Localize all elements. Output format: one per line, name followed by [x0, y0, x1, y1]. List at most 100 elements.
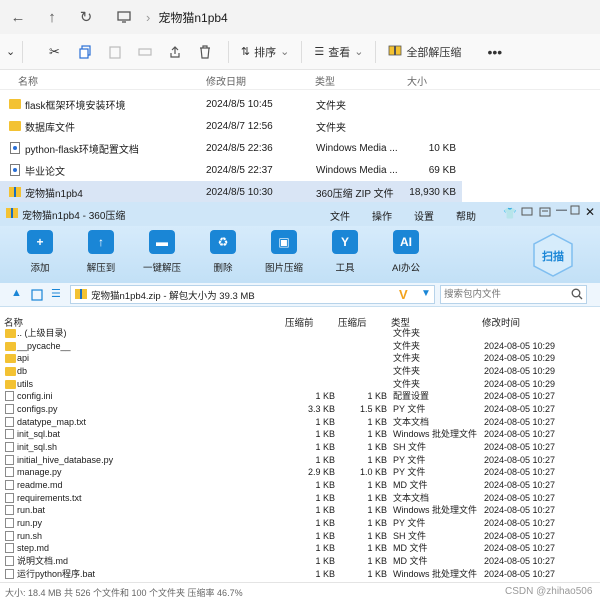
chevron-down-icon[interactable]: ▼: [421, 288, 431, 299]
delete-button[interactable]: ♻ 删除: [197, 230, 249, 274]
zip-row[interactable]: run.py 1 KB 1 KB PY 文件 2024-08-05 10:27: [0, 517, 600, 530]
chevron-down-icon[interactable]: ⌄: [0, 39, 16, 65]
breadcrumb-chevron-icon: ›: [146, 9, 151, 25]
extract-button[interactable]: ↑ 解压到: [75, 230, 127, 274]
sort-button[interactable]: ⇅ 排序 ⌄: [235, 39, 295, 65]
monitor-icon[interactable]: [110, 3, 138, 31]
zip-row[interactable]: init_sql.sh 1 KB 1 KB SH 文件 2024-08-05 10:27: [0, 441, 600, 454]
list-view-icon[interactable]: ☰: [51, 287, 61, 300]
zip-file-name: requirements.txt: [17, 492, 82, 503]
delete-icon[interactable]: [192, 39, 218, 65]
one-click-extract-button[interactable]: ▬ 一键解压: [136, 230, 188, 274]
file-row[interactable]: flask框架环境安装环境 2024/8/5 10:45 文件夹: [0, 93, 462, 115]
zip-date: 2024-08-05 10:27: [484, 454, 556, 465]
file-row[interactable]: python-flask环境配置文档 2024/8/5 22:36 Windows …: [0, 137, 462, 159]
up-arrow-icon[interactable]: ↑: [38, 3, 66, 31]
file-row[interactable]: 宠物猫n1pb4 2024/8/5 10:30 360压缩 ZIP 文件 18,930…: [0, 181, 462, 203]
zip-type: MD 文件: [393, 479, 428, 490]
scan-button[interactable]: 扫描: [530, 232, 576, 278]
folder-icon: [9, 121, 21, 131]
extract-all-button[interactable]: 全部解压缩: [382, 39, 467, 65]
shirt-icon[interactable]: 👕: [503, 207, 517, 220]
col-type[interactable]: 类型: [315, 73, 335, 88]
folder-icon: [5, 379, 16, 389]
file-size: 69 KB: [428, 164, 456, 176]
zip-row[interactable]: readme.md 1 KB 1 KB MD 文件 2024-08-05 10:27: [0, 479, 600, 492]
zip-compressed: 1 KB: [315, 505, 335, 516]
folder-icon: [5, 341, 16, 351]
paste-icon[interactable]: [102, 39, 128, 65]
rename-icon[interactable]: [132, 39, 158, 65]
view-icon: ☰: [314, 46, 325, 58]
image-compress-button[interactable]: ▣ 图片压缩: [258, 230, 310, 274]
breadcrumb-folder[interactable]: 宠物猫n1pb4: [158, 9, 227, 26]
zip-compressed: 2.9 KB: [307, 467, 335, 478]
copy-icon[interactable]: [72, 39, 98, 65]
zip-row[interactable]: step.md 1 KB 1 KB MD 文件 2024-08-05 10:27: [0, 542, 600, 555]
zip-row[interactable]: 运行python程序.bat 1 KB 1 KB Windows 批处理文件 2024-…: [0, 568, 600, 581]
zip-row[interactable]: requirements.txt 1 KB 1 KB 文本文档 2024-08-05 1…: [0, 492, 600, 505]
share-icon[interactable]: [162, 39, 188, 65]
zip-row[interactable]: .. (上级目录) 文件夹: [0, 327, 600, 340]
feedback-icon[interactable]: [521, 206, 533, 221]
zip-row[interactable]: initial_hive_database.py 1 KB 1 KB PY 文件 202…: [0, 454, 600, 467]
zip-compressed: 1 KB: [315, 517, 335, 528]
zip-row[interactable]: run.bat 1 KB 1 KB Windows 批处理文件 2024-08-05 1…: [0, 504, 600, 517]
zip-row[interactable]: run.sh 1 KB 1 KB SH 文件 2024-08-05 10:27: [0, 530, 600, 543]
zip-row[interactable]: manage.py 2.9 KB 1.0 KB PY 文件 2024-08-05 10:…: [0, 466, 600, 479]
search-icon[interactable]: [571, 287, 583, 305]
back-arrow-icon[interactable]: ←: [4, 3, 32, 31]
zip-row[interactable]: utils 文件夹 2024-08-05 10:29: [0, 378, 600, 391]
file-type: 360压缩 ZIP 文件: [316, 188, 394, 200]
file-size: 18,930 KB: [409, 186, 456, 198]
up-arrow-icon[interactable]: ▲: [11, 287, 22, 299]
zip-row[interactable]: api 文件夹 2024-08-05 10:29: [0, 352, 600, 365]
zip-row[interactable]: __pycache__ 文件夹 2024-08-05 10:29: [0, 340, 600, 353]
close-icon[interactable]: ✕: [585, 205, 595, 219]
menu-item[interactable]: 文件: [330, 208, 350, 223]
file-icon: [5, 505, 14, 516]
zip-date: 2024-08-05 10:27: [484, 391, 556, 402]
refresh-icon[interactable]: ↻: [72, 3, 100, 31]
maximize-icon[interactable]: [570, 205, 580, 218]
more-options-icon[interactable]: •••: [481, 39, 508, 65]
file-row[interactable]: 数据库文件 2024/8/7 12:56 文件夹: [0, 115, 462, 137]
divider: [301, 40, 303, 63]
zip-row[interactable]: db 文件夹 2024-08-05 10:29: [0, 365, 600, 378]
search-input[interactable]: [440, 285, 587, 304]
zip-date: 2024-08-05 10:27: [484, 441, 556, 452]
ai-office-button[interactable]: AI AI办公: [380, 230, 432, 274]
folder-icon: [9, 99, 21, 109]
col-size[interactable]: 大小: [407, 73, 427, 88]
zip-file-name: readme.md: [17, 479, 63, 490]
zip-compressed: 1 KB: [315, 416, 335, 427]
minimize-icon[interactable]: —: [556, 204, 567, 216]
tools-button[interactable]: Y 工具: [319, 230, 371, 274]
zip-packed: 1.5 KB: [359, 403, 387, 414]
menu-item[interactable]: 操作: [372, 208, 392, 223]
zip-packed: 1 KB: [367, 555, 387, 566]
thumbnail-view-icon[interactable]: [31, 288, 43, 306]
menu-item[interactable]: 设置: [414, 208, 434, 223]
zip-row[interactable]: config.ini 1 KB 1 KB 配置设置 2024-08-05 10:27: [0, 390, 600, 403]
zip-row[interactable]: datatype_map.txt 1 KB 1 KB 文本文档 2024-08-05 1…: [0, 416, 600, 429]
col-name[interactable]: 名称: [18, 73, 38, 88]
zip-row[interactable]: 说明文档.md 1 KB 1 KB MD 文件 2024-08-05 10:27: [0, 555, 600, 568]
zip-row[interactable]: configs.py 3.3 KB 1.5 KB PY 文件 2024-08-05 10…: [0, 403, 600, 416]
zip-column-header: 名称 压缩前 压缩后 类型 修改时间: [0, 313, 600, 329]
menu-item[interactable]: 帮助: [456, 208, 476, 223]
zip-row[interactable]: init_sql.bat 1 KB 1 KB Windows 批处理文件 2024-08…: [0, 428, 600, 441]
file-icon: [5, 467, 14, 478]
path-field[interactable]: 宠物猫n1pb4.zip - 解包大小为 39.3 MB V ▼: [70, 285, 435, 304]
menu-icon[interactable]: [539, 206, 551, 221]
cut-icon[interactable]: ✂: [43, 39, 66, 65]
zip-compressed: 1 KB: [315, 479, 335, 490]
view-button[interactable]: ☰ 查看 ⌄: [308, 39, 369, 65]
add-button[interactable]: + 添加: [14, 230, 66, 274]
zip-status-bar: 大小: 18.4 MB 共 526 个文件和 100 个文件夹 压缩率 46.7…: [0, 582, 600, 601]
tools-icon: Y: [332, 230, 358, 254]
col-modified[interactable]: 修改日期: [206, 73, 246, 88]
file-row[interactable]: 毕业论文 2024/8/5 22:37 Windows Media ... 69 KB: [0, 159, 462, 181]
zip-compressed: 1 KB: [315, 543, 335, 554]
zip-file-name: 运行python程序.bat: [17, 568, 96, 579]
